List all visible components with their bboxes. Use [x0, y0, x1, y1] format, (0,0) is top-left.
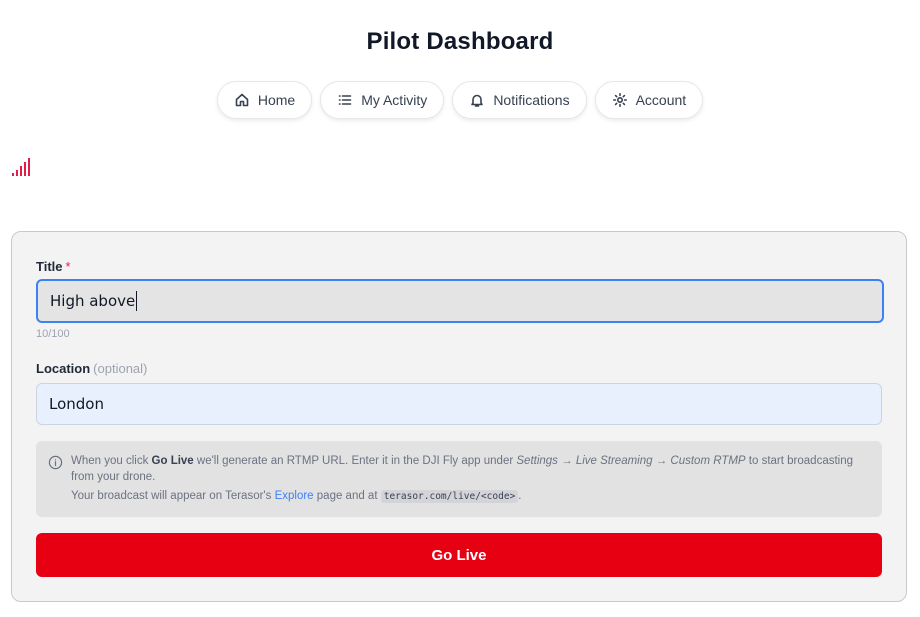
nav-my-activity-button[interactable]: My Activity: [320, 81, 445, 119]
nav-notifications-label: Notifications: [493, 92, 570, 108]
nav-account-label: Account: [635, 92, 687, 108]
info-paragraph-2: Your broadcast will appear on Terasor's …: [71, 490, 522, 503]
go-live-form-card: Title * High above 10/100 Location (option…: [11, 231, 907, 602]
text-caret: [136, 291, 138, 311]
location-label: Location (optional): [36, 361, 148, 376]
nav-home-button[interactable]: Home: [216, 81, 313, 119]
required-marker: *: [65, 259, 71, 274]
gear-icon: [612, 93, 627, 107]
bell-icon: [471, 94, 484, 107]
title-input[interactable]: High above: [36, 279, 884, 323]
top-nav: Home My Activity Notifications Account: [0, 81, 920, 119]
location-input[interactable]: London: [36, 383, 882, 425]
list-icon: [338, 95, 352, 105]
location-input-value: London: [49, 395, 104, 413]
home-icon: [235, 93, 249, 107]
nav-home-label: Home: [257, 92, 296, 108]
info-icon: [48, 455, 63, 470]
info-paragraph-1: When you click Go Live we'll generate an…: [71, 455, 854, 483]
nav-notifications-button[interactable]: Notifications: [452, 81, 587, 119]
title-input-value: High above: [50, 292, 136, 310]
live-url-code: terasor.com/live/<code>: [380, 490, 519, 503]
title-char-counter: 10/100: [36, 328, 70, 340]
optional-marker: (optional): [93, 361, 148, 376]
nav-my-activity-label: My Activity: [361, 92, 428, 108]
info-box: When you click Go Live we'll generate an…: [36, 441, 882, 517]
go-live-button[interactable]: Go Live: [36, 533, 882, 577]
page-title: Pilot Dashboard: [366, 28, 554, 55]
title-label: Title *: [36, 259, 71, 274]
signal-bars-icon: [12, 158, 30, 176]
nav-account-button[interactable]: Account: [594, 81, 704, 119]
explore-link[interactable]: Explore: [275, 490, 314, 502]
